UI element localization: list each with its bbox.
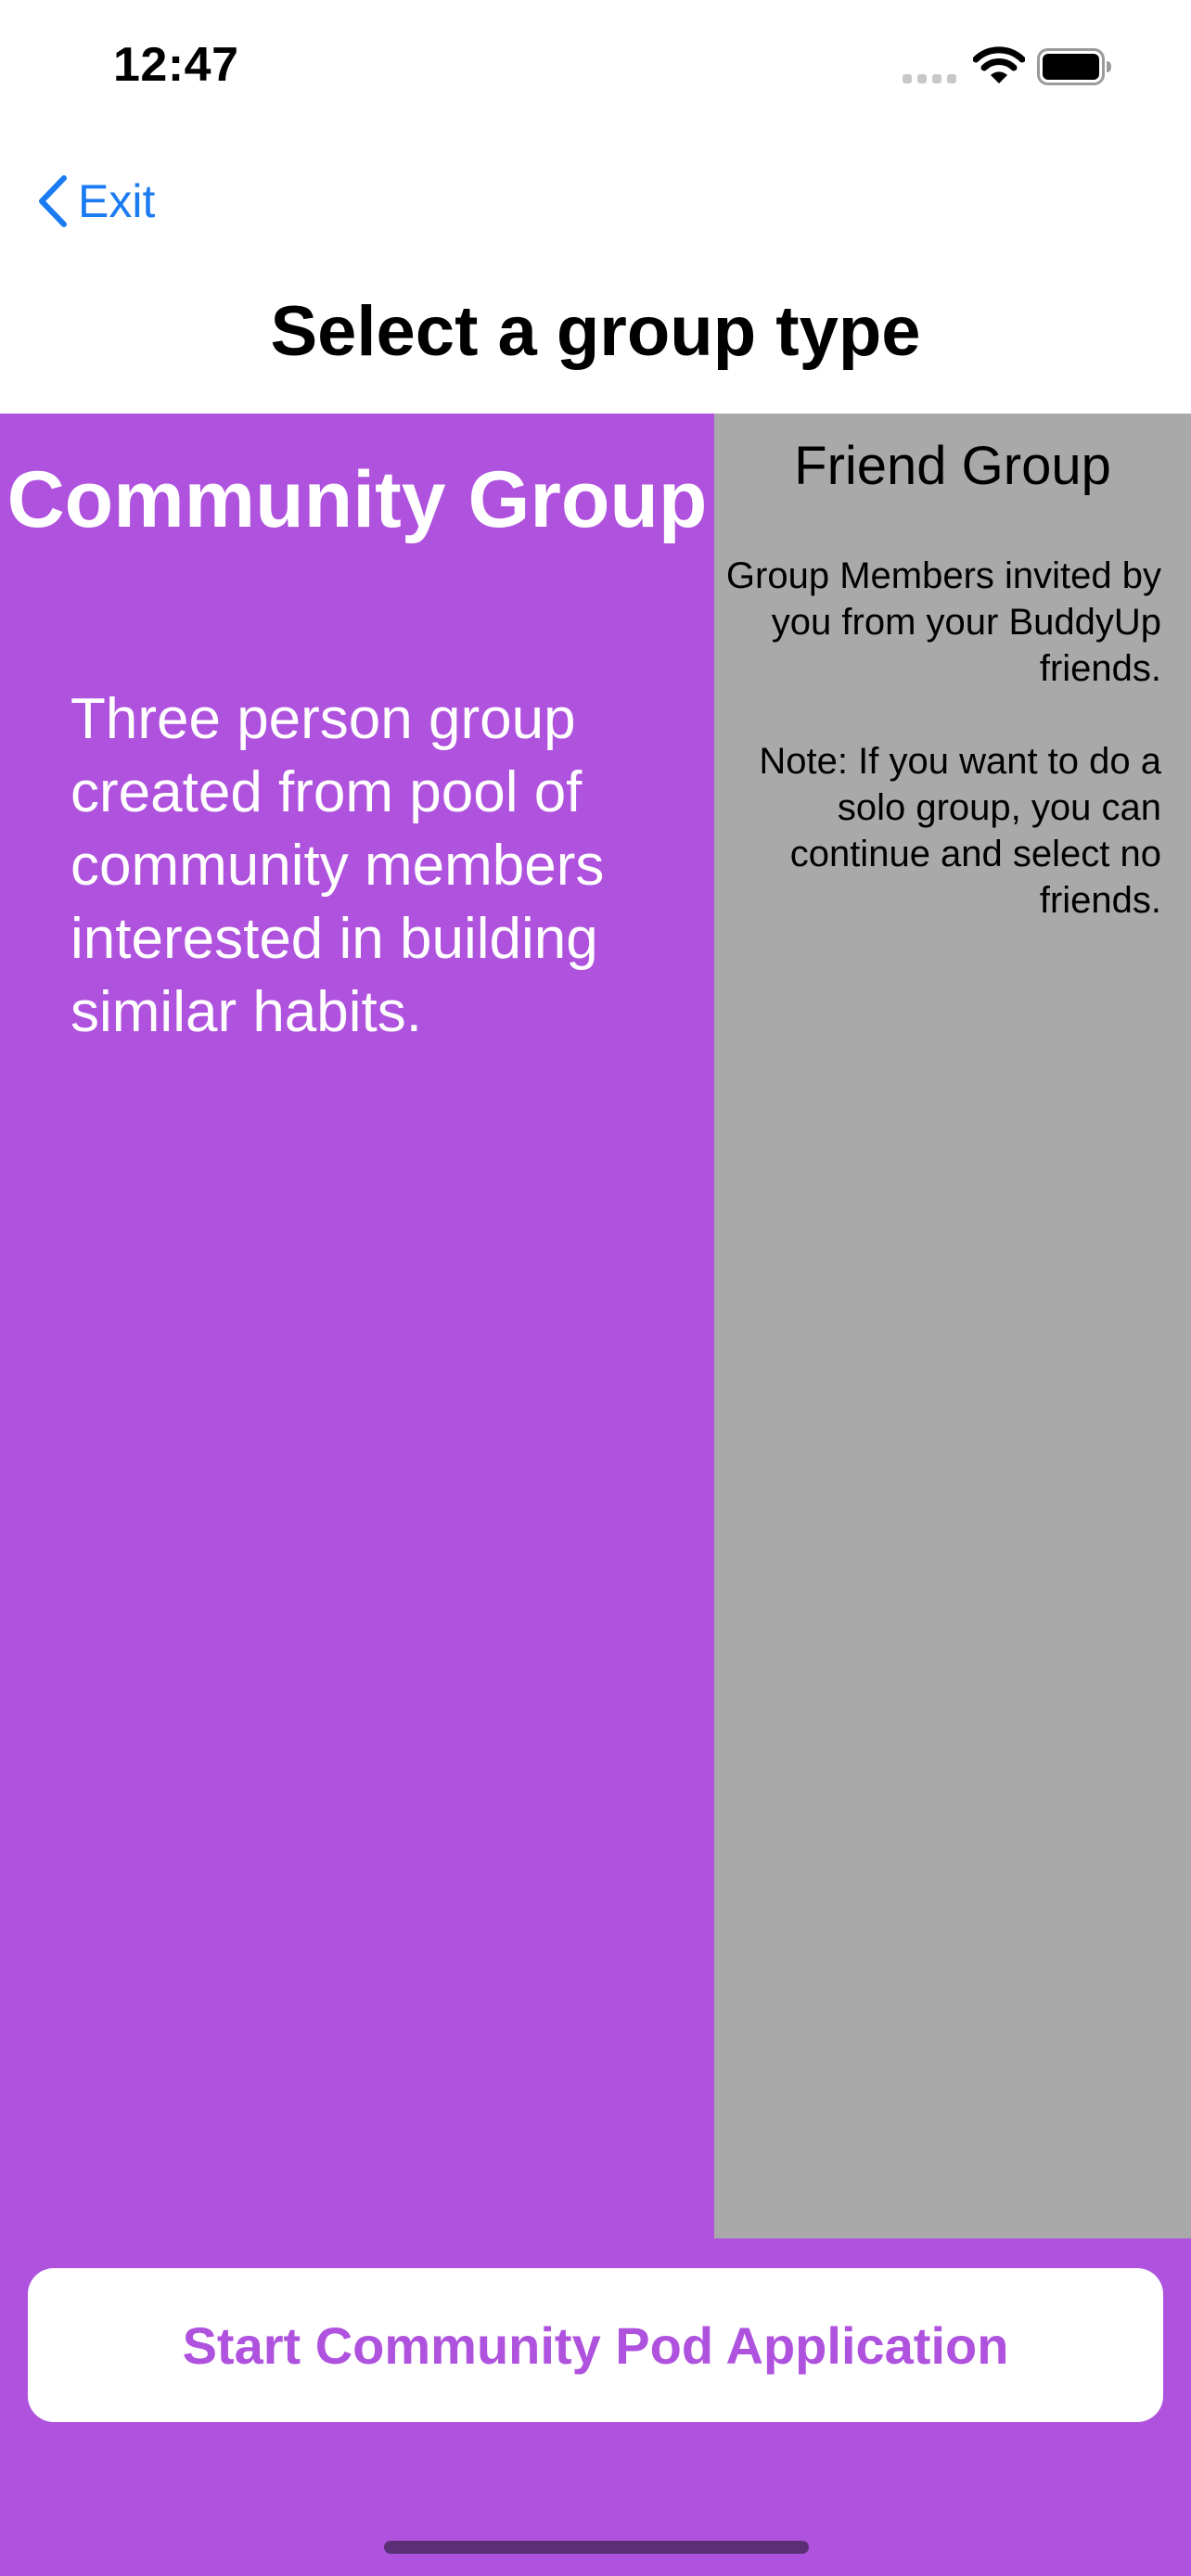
wifi-icon xyxy=(972,46,1026,85)
chevron-left-icon xyxy=(39,175,67,227)
community-group-description: Three person group created from pool of … xyxy=(70,687,605,1044)
status-time: 12:47 xyxy=(113,38,239,92)
friend-group-note: Note: If you want to do a solo group, yo… xyxy=(759,741,1161,921)
page-title: Select a group type xyxy=(270,292,921,371)
community-group-card[interactable]: Community Group Three person group creat… xyxy=(0,414,714,2238)
start-community-pod-button[interactable]: Start Community Pod Application xyxy=(28,2268,1163,2422)
community-group-title: Community Group xyxy=(6,455,708,544)
exit-button[interactable]: Exit xyxy=(35,169,155,234)
exit-label: Exit xyxy=(78,175,156,227)
battery-icon xyxy=(1037,48,1113,85)
cellular-signal-icon xyxy=(903,74,956,85)
home-indicator[interactable] xyxy=(384,2541,809,2554)
friend-group-description: Group Members invited by you from your B… xyxy=(725,555,1161,689)
friend-group-card[interactable]: Friend Group Group Members invited by yo… xyxy=(714,414,1191,2238)
status-bar: 12:47 xyxy=(0,0,1191,130)
friend-group-title: Friend Group xyxy=(794,436,1111,496)
